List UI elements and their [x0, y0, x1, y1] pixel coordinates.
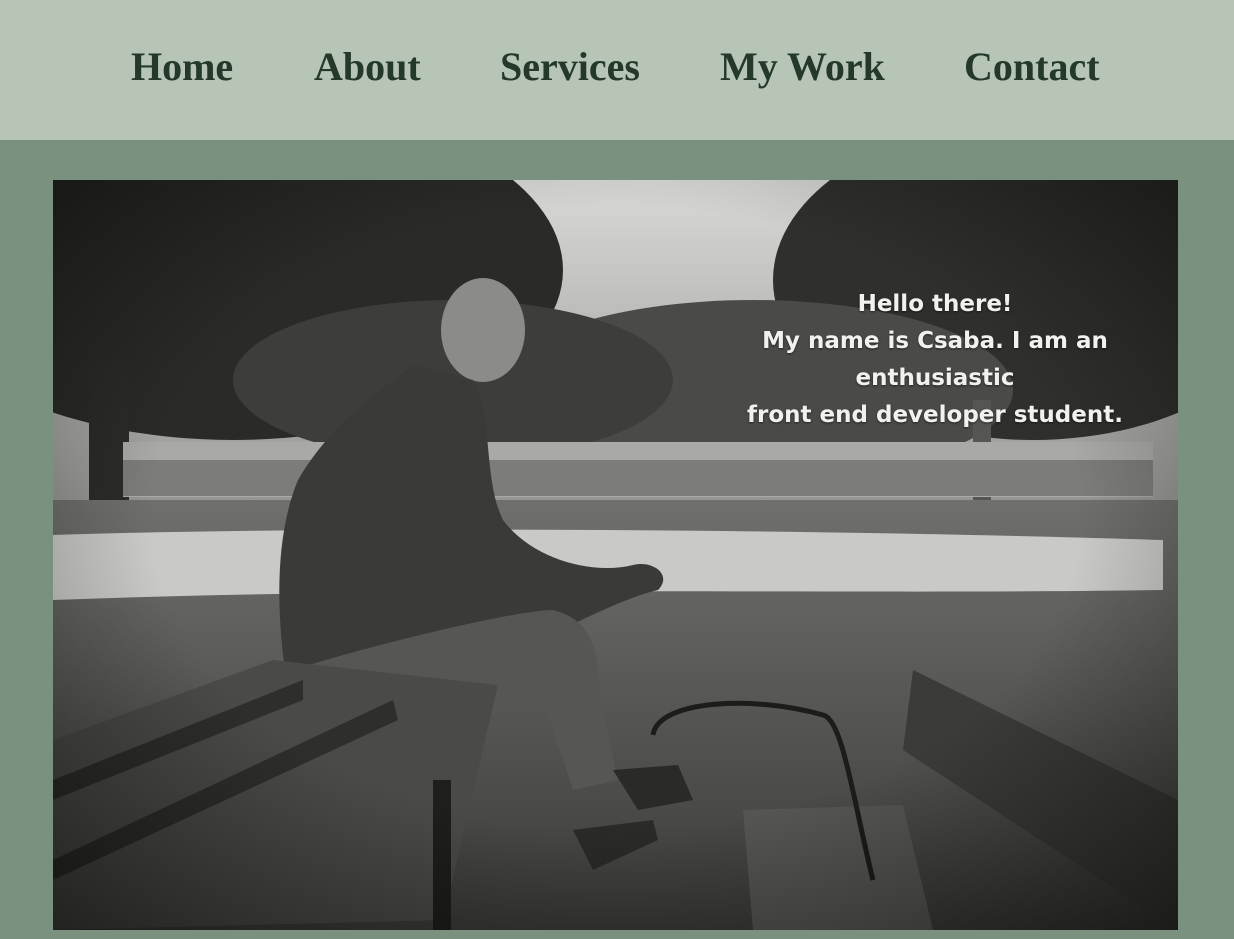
hero-intro-line-2: front end developer student.: [747, 402, 1123, 428]
nav-link-my-work[interactable]: My Work: [720, 42, 885, 92]
nav-link-about[interactable]: About: [314, 42, 421, 92]
hero-intro-text: Hello there! My name is Csaba. I am an e…: [693, 286, 1177, 434]
nav-link-home[interactable]: Home: [131, 42, 233, 92]
hero-section: Hello there! My name is Csaba. I am an e…: [53, 180, 1178, 930]
nav-link-contact[interactable]: Contact: [964, 42, 1100, 92]
nav-link-services[interactable]: Services: [500, 42, 640, 92]
hero-intro-line-1: My name is Csaba. I am an enthusiastic: [762, 328, 1108, 391]
hero-greeting: Hello there!: [857, 291, 1013, 317]
top-navigation: Home About Services My Work Contact: [0, 0, 1234, 140]
